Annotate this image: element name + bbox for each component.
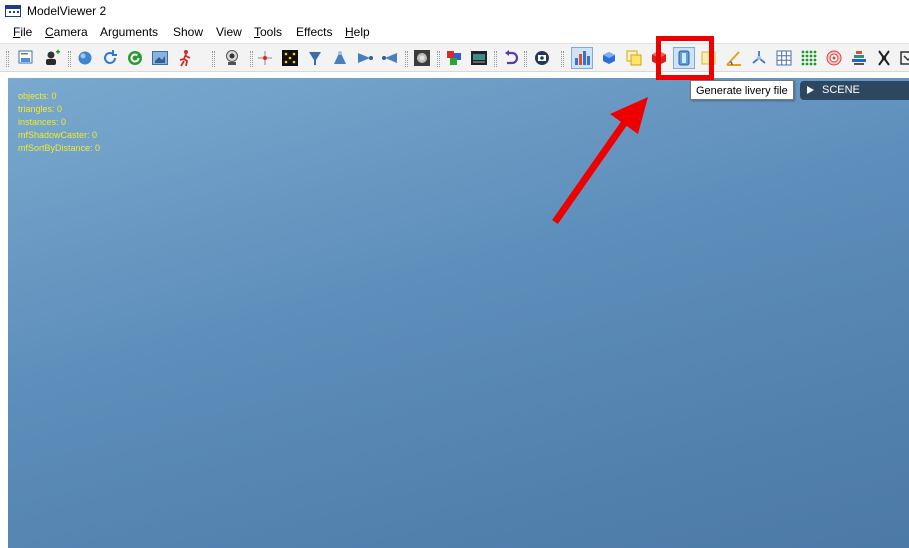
tooltip: Generate livery file <box>690 80 794 100</box>
undo-icon[interactable] <box>502 49 520 67</box>
3d-viewport[interactable]: objects: 0 triangles: 0 instances: 0 mfS… <box>8 78 909 548</box>
app-window-icon <box>5 5 21 17</box>
menu-camera[interactable]: Camera <box>45 25 88 39</box>
target-icon[interactable] <box>825 49 843 67</box>
blue-cube-icon[interactable] <box>600 49 618 67</box>
texture-preview-icon[interactable] <box>413 49 431 67</box>
partial-toolbar-icon[interactable] <box>899 49 909 67</box>
refresh-icon[interactable] <box>101 49 119 67</box>
statistics-bars-icon[interactable] <box>571 47 593 69</box>
menu-arguments[interactable]: Arguments <box>100 25 158 39</box>
window-titlebar: ModelViewer 2 <box>0 0 909 22</box>
toolbar-separator <box>561 51 564 67</box>
light-down-icon[interactable] <box>331 49 349 67</box>
transform-axes-icon[interactable] <box>750 49 768 67</box>
axis-cross-icon[interactable] <box>256 49 274 67</box>
light-right-icon[interactable] <box>356 49 374 67</box>
light-cone-icon[interactable] <box>306 49 324 67</box>
annotation-arrow-icon <box>552 97 648 225</box>
grid-icon[interactable] <box>775 49 793 67</box>
reload-green-icon[interactable] <box>126 49 144 67</box>
stat-sort-by-distance: mfSortByDistance: 0 <box>18 143 101 153</box>
toolbar-separator <box>437 51 440 67</box>
layers-stack-icon[interactable] <box>850 49 868 67</box>
stat-triangles: triangles: 0 <box>18 104 63 114</box>
toolbar-separator <box>212 51 215 67</box>
color-cubes-icon[interactable] <box>445 49 463 67</box>
sphere-icon[interactable] <box>76 49 94 67</box>
menu-show[interactable]: Show <box>173 25 203 39</box>
settings-tool-icon[interactable] <box>875 49 893 67</box>
menu-bar: File Camera Arguments Show View Tools Ef… <box>0 22 909 42</box>
menu-effects[interactable]: Effects <box>296 25 332 39</box>
film-strip-icon[interactable] <box>470 49 488 67</box>
export-image-icon[interactable] <box>151 49 169 67</box>
light-left-icon[interactable] <box>381 49 399 67</box>
copy-objects-icon[interactable] <box>625 49 643 67</box>
toolbar-grip[interactable] <box>6 51 9 67</box>
screenshot-icon[interactable] <box>533 49 551 67</box>
scene-panel-toggle[interactable]: SCENE <box>800 81 909 100</box>
toolbar-separator <box>250 51 253 67</box>
play-arrow-icon <box>807 86 814 94</box>
green-dots-icon[interactable] <box>800 49 818 67</box>
stat-objects: objects: 0 <box>18 91 57 101</box>
menu-view[interactable]: View <box>216 25 242 39</box>
menu-file[interactable]: File <box>13 25 32 39</box>
toolbar-separator <box>405 51 408 67</box>
toolbar-separator <box>68 51 71 67</box>
menu-tools[interactable]: Tools <box>254 25 282 39</box>
grid-dots-icon[interactable] <box>281 49 299 67</box>
annotation-highlight-box <box>656 36 714 80</box>
window-title: ModelViewer 2 <box>27 4 107 18</box>
stat-shadow-caster: mfShadowCaster: 0 <box>18 130 98 140</box>
measure-angle-icon[interactable] <box>725 49 743 67</box>
open-model-icon[interactable] <box>17 49 35 67</box>
toolbar-separator <box>524 51 527 67</box>
webcam-icon[interactable] <box>223 49 241 67</box>
scene-label: SCENE <box>822 84 860 96</box>
scene-stats-overlay: objects: 0 triangles: 0 instances: 0 mfS… <box>18 90 100 155</box>
stat-instances: instances: 0 <box>18 117 67 127</box>
animation-icon[interactable] <box>176 49 194 67</box>
main-toolbar <box>0 43 909 72</box>
toolbar-separator <box>494 51 497 67</box>
add-user-icon[interactable] <box>43 49 61 67</box>
menu-help[interactable]: Help <box>345 25 370 39</box>
